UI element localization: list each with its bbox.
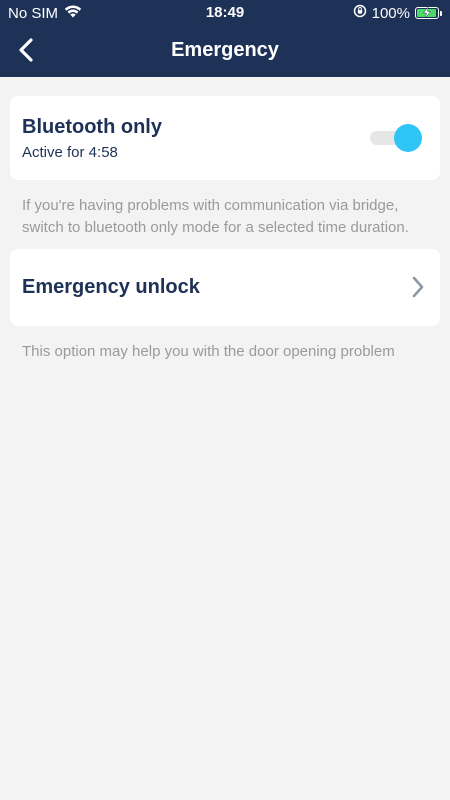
- emergency-unlock-row[interactable]: Emergency unlock: [10, 249, 440, 326]
- battery-tip: [440, 10, 442, 16]
- bluetooth-only-card: Bluetooth only Active for 4:58: [10, 96, 440, 180]
- toggle-knob: [394, 124, 422, 152]
- bluetooth-only-toggle[interactable]: [370, 122, 422, 154]
- status-bar: No SIM 18:49 100%: [0, 0, 450, 26]
- chevron-right-icon: [412, 276, 424, 303]
- status-right: 100%: [353, 4, 442, 22]
- orientation-lock-icon: [353, 4, 367, 22]
- emergency-unlock-title: Emergency unlock: [22, 276, 200, 298]
- charging-bolt-icon: [423, 7, 431, 18]
- unlock-hint-text: This option may help you with the door o…: [22, 343, 395, 360]
- header: No SIM 18:49 100% Emergency: [0, 0, 450, 77]
- battery-percent: 100%: [371, 4, 410, 22]
- bluetooth-only-title: Bluetooth only: [22, 116, 162, 138]
- bluetooth-active-timer: Active for 4:58: [22, 144, 118, 161]
- bluetooth-hint-text: If you're having problems with communica…: [22, 197, 409, 236]
- page-title: Emergency: [171, 39, 279, 61]
- battery-icon: [415, 7, 439, 19]
- nav-bar: Emergency: [0, 26, 450, 77]
